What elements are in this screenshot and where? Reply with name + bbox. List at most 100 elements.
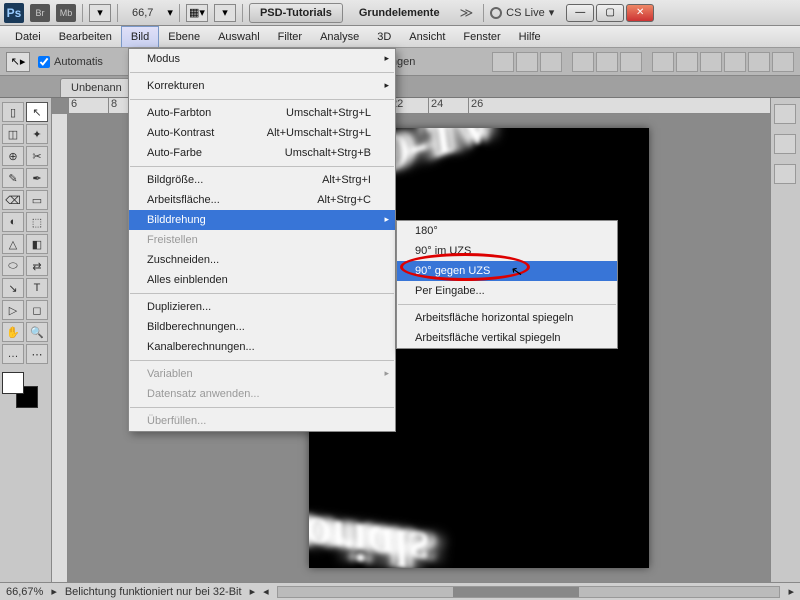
menu-fenster[interactable]: Fenster xyxy=(454,26,509,47)
distribute-h-icon[interactable] xyxy=(652,52,674,72)
tool-1[interactable]: ↖ xyxy=(26,102,48,122)
menu-item-korrekturen[interactable]: Korrekturen xyxy=(129,76,395,96)
status-message: Belichtung funktioniert nur bei 32-Bit xyxy=(65,586,242,598)
title-bar: Ps Br Mb ▾ 66,7 ▾ ▦▾ ▾ PSD-Tutorials Gru… xyxy=(0,0,800,26)
menu-auswahl[interactable]: Auswahl xyxy=(209,26,269,47)
tool-23[interactable]: ⋯ xyxy=(26,344,48,364)
paths-panel-icon[interactable] xyxy=(774,164,796,184)
tool-12[interactable]: △ xyxy=(2,234,24,254)
menu-item-kanalberechnungen-[interactable]: Kanalberechnungen... xyxy=(129,337,395,357)
menu-item-auto-farbton[interactable]: Auto-FarbtonUmschalt+Strg+L xyxy=(129,103,395,123)
minibridge-icon[interactable]: Mb xyxy=(56,4,76,22)
menu-analyse[interactable]: Analyse xyxy=(311,26,368,47)
menu-item-arbeitsfl-che-[interactable]: Arbeitsfläche...Alt+Strg+C xyxy=(129,190,395,210)
menu-hilfe[interactable]: Hilfe xyxy=(510,26,550,47)
tool-11[interactable]: ⬚ xyxy=(26,212,48,232)
tool-19[interactable]: ◻ xyxy=(26,300,48,320)
tool-4[interactable]: ⊕ xyxy=(2,146,24,166)
color-swatches[interactable] xyxy=(2,372,38,408)
menu-bild[interactable]: Bild xyxy=(121,26,159,47)
status-zoom[interactable]: 66,67% xyxy=(6,586,43,598)
distribute-v-icon[interactable] xyxy=(676,52,698,72)
menu-bild-dropdown: Modus Korrekturen Auto-FarbtonUmschalt+Str… xyxy=(128,48,396,432)
tool-16[interactable]: ↘ xyxy=(2,278,24,298)
extras-dropdown[interactable]: ▾ xyxy=(214,4,236,22)
tool-3[interactable]: ✦ xyxy=(26,124,48,144)
menu-item-label: Arbeitsfläche... xyxy=(147,194,220,206)
menu-ebene[interactable]: Ebene xyxy=(159,26,209,47)
menu-item-90-im-uzs[interactable]: 90° im UZS xyxy=(397,241,617,261)
minimize-button[interactable]: — xyxy=(566,4,594,22)
tool-9[interactable]: ▭ xyxy=(26,190,48,210)
tool-21[interactable]: 🔍 xyxy=(26,322,48,342)
tool-2[interactable]: ◫ xyxy=(2,124,24,144)
tool-10[interactable]: ◐ xyxy=(2,212,24,232)
layers-panel-icon[interactable] xyxy=(774,104,796,124)
menu-item-auto-kontrast[interactable]: Auto-KontrastAlt+Umschalt+Strg+L xyxy=(129,123,395,143)
auto-checkbox[interactable]: Automatis xyxy=(38,56,103,68)
screen-mode-dropdown[interactable]: ▾ xyxy=(89,4,111,22)
tool-18[interactable]: ▷ xyxy=(2,300,24,320)
menu-3d[interactable]: 3D xyxy=(368,26,400,47)
align-top-icon[interactable] xyxy=(572,52,594,72)
menu-item-zuschneiden-[interactable]: Zuschneiden... xyxy=(129,250,395,270)
tool-17[interactable]: T xyxy=(26,278,48,298)
tool-13[interactable]: ◧ xyxy=(26,234,48,254)
close-button[interactable]: ✕ xyxy=(626,4,654,22)
workspace-grundelemente[interactable]: Grundelemente xyxy=(349,4,450,22)
menu-datei[interactable]: Datei xyxy=(6,26,50,47)
menu-item-auto-farbe[interactable]: Auto-FarbeUmschalt+Strg+B xyxy=(129,143,395,163)
menu-item-duplizieren-[interactable]: Duplizieren... xyxy=(129,297,395,317)
menu-item-90-gegen-uzs[interactable]: 90° gegen UZS xyxy=(397,261,617,281)
tool-6[interactable]: ✎ xyxy=(2,168,24,188)
bridge-icon[interactable]: Br xyxy=(30,4,50,22)
distribute-6-icon[interactable] xyxy=(772,52,794,72)
menu-item-arbeitsfl-che-horizontal-spiegeln[interactable]: Arbeitsfläche horizontal spiegeln xyxy=(397,308,617,328)
menu-item-per-eingabe-[interactable]: Per Eingabe... xyxy=(397,281,617,301)
menu-item-alles-einblenden[interactable]: Alles einblenden xyxy=(129,270,395,290)
tool-14[interactable]: ⬭ xyxy=(2,256,24,276)
distribute-4-icon[interactable] xyxy=(724,52,746,72)
align-center-h-icon[interactable] xyxy=(516,52,538,72)
maximize-button[interactable]: ▢ xyxy=(596,4,624,22)
tool-7[interactable]: ✒ xyxy=(26,168,48,188)
workspace-psd-tutorials[interactable]: PSD-Tutorials xyxy=(249,3,343,23)
menu-item-label: Duplizieren... xyxy=(147,301,211,313)
menu-item-180-[interactable]: 180° xyxy=(397,221,617,241)
menu-item-label: Variablen xyxy=(147,368,193,380)
menu-item-modus[interactable]: Modus xyxy=(129,49,395,69)
zoom-display[interactable]: 66,7 xyxy=(124,7,161,19)
distribute-5-icon[interactable] xyxy=(748,52,770,72)
align-bottom-icon[interactable] xyxy=(620,52,642,72)
tool-22[interactable]: … xyxy=(2,344,24,364)
arrange-dropdown[interactable]: ▦▾ xyxy=(186,4,208,22)
tool-20[interactable]: ✋ xyxy=(2,322,24,342)
menu-item-bildgr-e-[interactable]: Bildgröße...Alt+Strg+I xyxy=(129,170,395,190)
align-center-v-icon[interactable] xyxy=(596,52,618,72)
menu-item-label: Arbeitsfläche horizontal spiegeln xyxy=(415,312,573,324)
document-tab[interactable]: Unbenann xyxy=(60,78,133,97)
menu-item-shortcut: Alt+Strg+I xyxy=(322,174,371,186)
menu-item-bildberechnungen-[interactable]: Bildberechnungen... xyxy=(129,317,395,337)
menu-item-bilddrehung[interactable]: Bilddrehung xyxy=(129,210,395,230)
foreground-color-swatch[interactable] xyxy=(2,372,24,394)
current-tool-icon[interactable]: ↖▸ xyxy=(6,52,30,72)
menu-item-arbeitsfl-che-vertikal-spiegeln[interactable]: Arbeitsfläche vertikal spiegeln xyxy=(397,328,617,348)
align-left-icon[interactable] xyxy=(492,52,514,72)
menu-item-label: Auto-Farbe xyxy=(147,147,202,159)
channels-panel-icon[interactable] xyxy=(774,134,796,154)
align-right-icon[interactable] xyxy=(540,52,562,72)
workspace-more-icon[interactable]: ≫ xyxy=(456,5,478,21)
tool-0[interactable]: ▯ xyxy=(2,102,24,122)
tool-5[interactable]: ✂ xyxy=(26,146,48,166)
tool-8[interactable]: ⌫ xyxy=(2,190,24,210)
cs-live-button[interactable]: CS Live▾ xyxy=(490,6,554,19)
menu-filter[interactable]: Filter xyxy=(269,26,311,47)
distribute-spacing-icon[interactable] xyxy=(700,52,722,72)
menu-bearbeiten[interactable]: Bearbeiten xyxy=(50,26,121,47)
menu-item--berf-llen-: Überfüllen... xyxy=(129,411,395,431)
menu-ansicht[interactable]: Ansicht xyxy=(400,26,454,47)
tool-15[interactable]: ⇄ xyxy=(26,256,48,276)
canvas-text-bottom: torials xyxy=(309,501,434,568)
horizontal-scrollbar[interactable] xyxy=(277,586,781,598)
